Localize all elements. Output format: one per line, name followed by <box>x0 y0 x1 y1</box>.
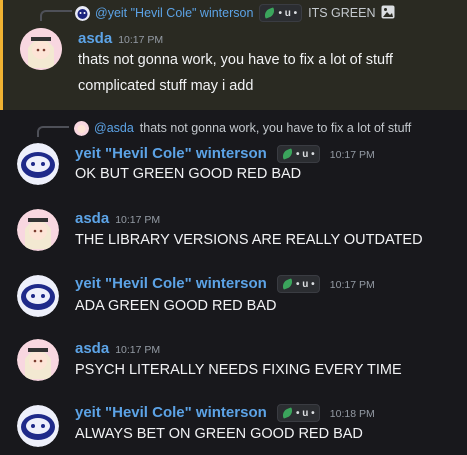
timestamp: 10:17 PM <box>329 279 375 291</box>
reply-connector <box>40 10 72 21</box>
message-text: thats not gonna work, you have to fix a … <box>78 52 393 68</box>
message-1: @yeit "Hevil Cole" winterson • u • ITS G… <box>0 0 467 110</box>
timestamp: 10:17 PM <box>115 344 161 356</box>
reply-text: ITS GREEN <box>308 6 376 20</box>
author-name[interactable]: yeit "Hevil Cole" winterson • u • 10:17 … <box>75 275 375 294</box>
user-tag: • u • <box>259 4 303 22</box>
user-tag: • u • <box>276 275 320 294</box>
timestamp: 10:18 PM <box>329 408 375 420</box>
avatar-asda[interactable] <box>20 28 62 70</box>
reply-preview[interactable]: @asda thats not gonna work, you have to … <box>74 119 411 137</box>
reply-text: thats not gonna work, you have to fix a … <box>139 121 412 135</box>
mini-avatar <box>74 120 89 136</box>
message-3: asda 10:17 PM THE LIBRARY VERSIONS ARE RE… <box>0 190 467 256</box>
user-tag: • u • <box>276 145 320 164</box>
mini-avatar <box>75 5 90 21</box>
leaf-icon <box>263 7 277 19</box>
avatar-yeit[interactable] <box>17 405 59 447</box>
message-2: @asda thats not gonna work, you have to … <box>0 110 467 190</box>
avatar-asda[interactable] <box>17 339 59 381</box>
timestamp: 10:17 PM <box>329 149 375 161</box>
author-name[interactable]: asda 10:17 PM <box>75 340 160 357</box>
leaf-icon <box>280 278 294 290</box>
message-4: yeit "Hevil Cole" winterson • u • 10:17 … <box>0 256 467 322</box>
message-text: PSYCH LITERALLY NEEDS FIXING EVERY TIME <box>75 362 402 378</box>
author-name[interactable]: asda 10:17 PM <box>78 30 163 47</box>
message-6: yeit "Hevil Cole" winterson • u • 10:18 … <box>0 388 467 455</box>
reply-author: @asda <box>94 121 134 135</box>
leaf-icon <box>280 407 294 419</box>
reply-connector <box>37 126 69 137</box>
message-5: asda 10:17 PM PSYCH LITERALLY NEEDS FIXIN… <box>0 322 467 388</box>
timestamp: 10:17 PM <box>118 34 164 46</box>
reply-author: @yeit "Hevil Cole" winterson <box>95 6 254 20</box>
image-icon <box>381 5 395 22</box>
timestamp: 10:17 PM <box>115 214 161 226</box>
author-name[interactable]: yeit "Hevil Cole" winterson • u • 10:17 … <box>75 145 375 164</box>
author-name[interactable]: yeit "Hevil Cole" winterson • u • 10:18 … <box>75 404 375 423</box>
author-name[interactable]: asda 10:17 PM <box>75 210 160 227</box>
leaf-icon <box>280 148 294 160</box>
message-text: ADA GREEN GOOD RED BAD <box>75 298 277 314</box>
user-tag: • u • <box>276 404 320 423</box>
avatar-yeit[interactable] <box>17 275 59 317</box>
reply-preview[interactable]: @yeit "Hevil Cole" winterson • u • ITS G… <box>75 4 395 22</box>
avatar-yeit[interactable] <box>17 143 59 185</box>
message-text: OK BUT GREEN GOOD RED BAD <box>75 166 302 182</box>
message-text: ALWAYS BET ON GREEN GOOD RED BAD <box>75 426 363 442</box>
message-text: complicated stuff may i add <box>78 78 254 94</box>
avatar-asda[interactable] <box>17 209 59 251</box>
message-text: THE LIBRARY VERSIONS ARE REALLY OUTDATED <box>75 232 423 248</box>
